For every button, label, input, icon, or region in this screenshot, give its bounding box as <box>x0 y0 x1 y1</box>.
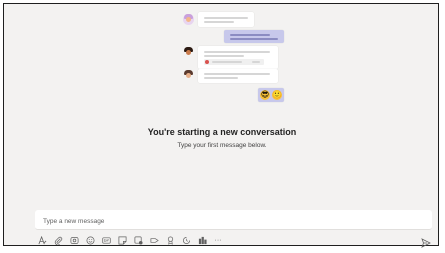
avatar <box>183 14 194 25</box>
illustration-message-bubble-self <box>224 30 284 43</box>
praise-icon[interactable] <box>165 235 175 245</box>
meet-now-icon[interactable] <box>133 235 143 245</box>
message-composer <box>35 210 432 230</box>
format-icon[interactable] <box>37 235 47 245</box>
apps-icon[interactable] <box>197 235 207 245</box>
empty-state-subtitle: Type your first message below. <box>177 142 267 149</box>
attach-icon[interactable] <box>53 235 63 245</box>
chat-window: 😎 🙂 You're starting a new conversation T… <box>3 3 440 248</box>
emoji: 🙂 <box>272 90 282 100</box>
illustration-message-bubble <box>198 12 254 27</box>
conversation-illustration: 😎 🙂 <box>4 4 440 114</box>
avatar <box>183 47 194 58</box>
avatar <box>183 70 194 81</box>
more-options-icon[interactable]: ··· <box>213 235 223 245</box>
emoji-icon[interactable] <box>85 235 95 245</box>
composer-toolbar: ··· <box>37 235 223 245</box>
illustration-emoji-bubble: 😎 🙂 <box>258 88 284 102</box>
emoji: 😎 <box>260 90 270 100</box>
message-input[interactable] <box>43 218 423 225</box>
illustration-message-bubble <box>198 69 278 83</box>
send-link-icon[interactable] <box>149 235 159 245</box>
loop-icon[interactable] <box>69 235 79 245</box>
empty-state-title: You're starting a new conversation <box>147 127 297 137</box>
send-icon[interactable] <box>421 235 431 248</box>
illustration-message-bubble <box>198 46 278 69</box>
sticker-icon[interactable] <box>117 235 127 245</box>
gif-icon[interactable] <box>101 235 111 245</box>
schedule-icon[interactable] <box>181 235 191 245</box>
